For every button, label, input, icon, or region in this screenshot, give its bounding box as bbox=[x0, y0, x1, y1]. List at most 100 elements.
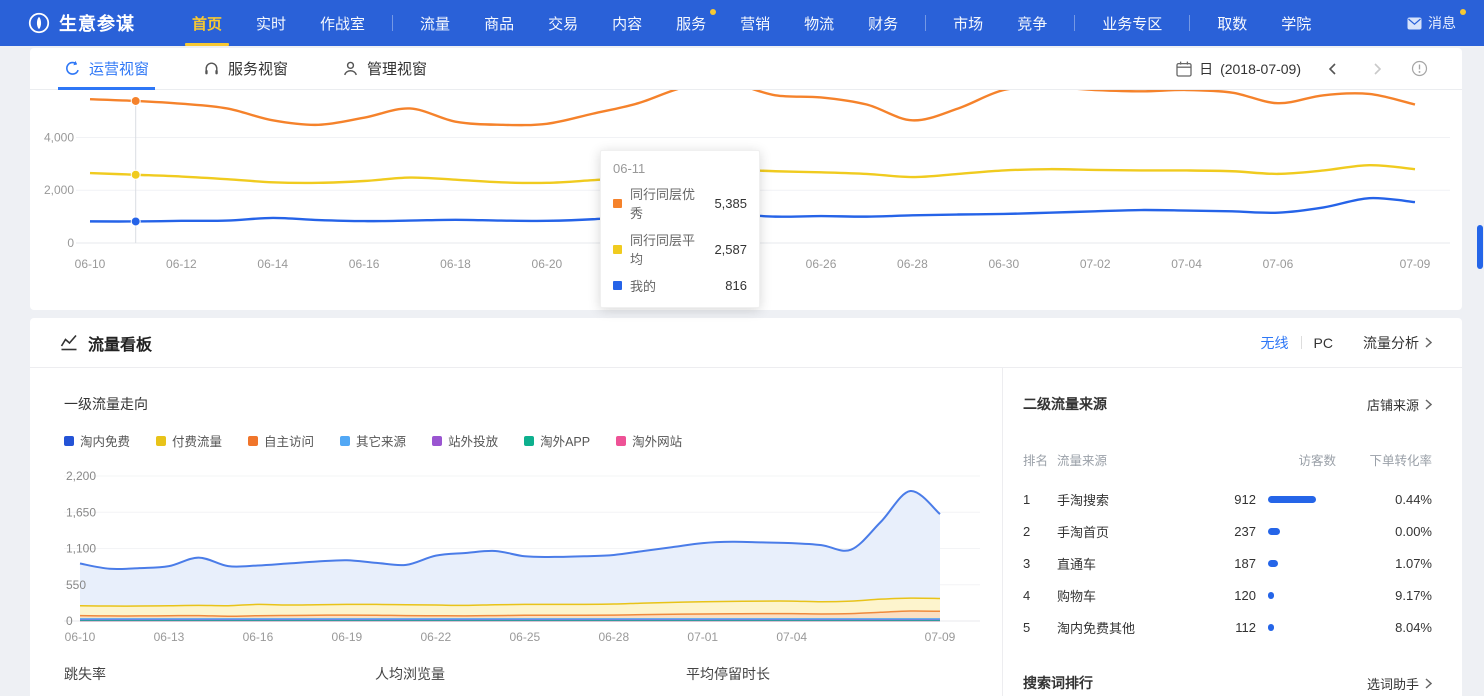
date-picker[interactable]: 日 (2018-07-09) bbox=[1176, 59, 1301, 79]
nav-divider bbox=[925, 15, 926, 31]
row-conversion: 0.44% bbox=[1336, 492, 1432, 507]
nav-item-2[interactable]: 作战室 bbox=[303, 0, 382, 46]
nav-divider bbox=[392, 15, 393, 31]
nav-item-14[interactable]: 取数 bbox=[1200, 0, 1264, 46]
message-icon bbox=[1407, 17, 1422, 30]
nav-item-label: 竞争 bbox=[1017, 13, 1047, 34]
table-row-3[interactable]: 3直通车1871.07% bbox=[1023, 547, 1432, 579]
legend-label: 淘外网站 bbox=[632, 431, 682, 450]
nav-item-8[interactable]: 营销 bbox=[723, 0, 787, 46]
svg-text:06-16: 06-16 bbox=[349, 257, 380, 271]
svg-text:0: 0 bbox=[66, 614, 73, 628]
table-row-1[interactable]: 1手淘搜索9120.44% bbox=[1023, 483, 1432, 515]
row-bar-wrap bbox=[1256, 560, 1336, 567]
svg-text:07-04: 07-04 bbox=[776, 630, 807, 644]
nav-item-9[interactable]: 物流 bbox=[787, 0, 851, 46]
nav-item-5[interactable]: 交易 bbox=[531, 0, 595, 46]
stat-avg-stay-time: 平均停留时长 17.49秒 bbox=[686, 664, 997, 696]
notification-dot bbox=[1460, 9, 1466, 15]
info-icon[interactable] bbox=[1411, 60, 1428, 77]
nav-item-12[interactable]: 竞争 bbox=[1000, 0, 1064, 46]
legend-item-3[interactable]: 其它来源 bbox=[340, 431, 406, 450]
nav-item-7[interactable]: 服务 bbox=[659, 0, 723, 46]
svg-text:06-20: 06-20 bbox=[532, 257, 563, 271]
legend-item-0[interactable]: 淘内免费 bbox=[64, 431, 130, 450]
table-row-4[interactable]: 4购物车1209.17% bbox=[1023, 579, 1432, 611]
svg-text:06-19: 06-19 bbox=[332, 630, 363, 644]
legend-label: 淘内免费 bbox=[80, 431, 130, 450]
tooltip-swatch bbox=[613, 199, 622, 208]
nav-divider bbox=[1189, 15, 1190, 31]
svg-text:2,000: 2,000 bbox=[44, 183, 74, 197]
svg-text:06-25: 06-25 bbox=[509, 630, 540, 644]
stat-pages-per-visit: 人均浏览量 5.01 bbox=[375, 664, 686, 696]
row-conversion: 8.04% bbox=[1336, 620, 1432, 635]
tab-pc[interactable]: PC bbox=[1314, 335, 1333, 351]
nav-item-0[interactable]: 首页 bbox=[175, 0, 239, 46]
prev-date-button[interactable] bbox=[1327, 62, 1338, 76]
sources-table: 1手淘搜索9120.44%2手淘首页2370.00%3直通车1871.07%4购… bbox=[1023, 483, 1432, 643]
shop-source-link[interactable]: 店铺来源 bbox=[1367, 395, 1432, 414]
benchmark-chart[interactable]: 02,0004,00006-1006-1206-1406-1606-1806-2… bbox=[30, 90, 1462, 290]
board-title: 流量看板 bbox=[88, 331, 152, 355]
tab-management-view[interactable]: 管理视窗 bbox=[342, 48, 427, 89]
table-row-2[interactable]: 2手淘首页2370.00% bbox=[1023, 515, 1432, 547]
legend-item-2[interactable]: 自主访问 bbox=[248, 431, 314, 450]
nav-item-3[interactable]: 流量 bbox=[403, 0, 467, 46]
tooltip-series-value: 5,385 bbox=[714, 196, 747, 211]
visitors-bar bbox=[1268, 528, 1280, 535]
word-helper-link[interactable]: 选词助手 bbox=[1367, 674, 1432, 693]
next-date-button[interactable] bbox=[1372, 62, 1383, 76]
row-source-name: 淘内免费其他 bbox=[1057, 618, 1176, 637]
legend-item-1[interactable]: 付费流量 bbox=[156, 431, 222, 450]
visitors-bar bbox=[1268, 496, 1316, 503]
nav-item-label: 服务 bbox=[676, 13, 706, 34]
svg-text:07-06: 07-06 bbox=[1263, 257, 1294, 271]
row-source-name: 直通车 bbox=[1057, 554, 1176, 573]
tooltip-row-2: 我的816 bbox=[613, 276, 747, 295]
nav-item-label: 商品 bbox=[484, 13, 514, 34]
messages-button[interactable]: 消息 bbox=[1407, 0, 1484, 46]
row-visitors: 187 bbox=[1176, 556, 1256, 571]
svg-text:07-09: 07-09 bbox=[1400, 257, 1431, 271]
nav-item-15[interactable]: 学院 bbox=[1264, 0, 1328, 46]
legend-swatch bbox=[524, 436, 534, 446]
nav-divider bbox=[1074, 15, 1075, 31]
trend-legend: 淘内免费 付费流量 自主访问 其它来源 站外投放 淘外APP 淘外网站 bbox=[64, 431, 1002, 450]
row-rank: 4 bbox=[1023, 588, 1057, 603]
col-rank: 排名 bbox=[1023, 450, 1057, 469]
tooltip-series-name: 同行同层优秀 bbox=[630, 184, 706, 222]
legend-swatch bbox=[340, 436, 350, 446]
traffic-board-card: 流量看板 无线 PC 流量分析 一级流量走向 淘内免费付费流量自 bbox=[30, 318, 1462, 696]
legend-label: 淘外APP bbox=[540, 431, 590, 450]
nav-item-label: 流量 bbox=[420, 13, 450, 34]
nav-item-13[interactable]: 业务专区 bbox=[1085, 0, 1179, 46]
tab-operations-view[interactable]: 运营视窗 bbox=[64, 48, 149, 89]
legend-item-5[interactable]: 淘外APP bbox=[524, 431, 590, 450]
tab-wireless[interactable]: 无线 bbox=[1261, 333, 1289, 353]
tab-service-view[interactable]: 服务视窗 bbox=[203, 48, 288, 89]
row-conversion: 1.07% bbox=[1336, 556, 1432, 571]
scrollbar-thumb[interactable] bbox=[1477, 225, 1483, 269]
traffic-analysis-link[interactable]: 流量分析 bbox=[1363, 333, 1432, 353]
stat-bounce-rate: 跳失率 59.72% bbox=[64, 664, 375, 696]
keywords-title: 搜索词排行 bbox=[1023, 673, 1093, 693]
trend-title: 一级流量走向 bbox=[64, 394, 1002, 414]
nav-item-6[interactable]: 内容 bbox=[595, 0, 659, 46]
row-visitors: 237 bbox=[1176, 524, 1256, 539]
row-bar-wrap bbox=[1256, 496, 1336, 503]
nav-item-10[interactable]: 财务 bbox=[851, 0, 915, 46]
legend-item-6[interactable]: 淘外网站 bbox=[616, 431, 682, 450]
row-visitors: 912 bbox=[1176, 492, 1256, 507]
tab-label: 管理视窗 bbox=[367, 58, 427, 79]
nav-item-1[interactable]: 实时 bbox=[239, 0, 303, 46]
traffic-area-chart[interactable]: 06-1006-1306-1606-1906-2206-2506-2807-01… bbox=[30, 466, 1000, 656]
row-rank: 1 bbox=[1023, 492, 1057, 507]
nav-item-4[interactable]: 商品 bbox=[467, 0, 531, 46]
nav-item-11[interactable]: 市场 bbox=[936, 0, 1000, 46]
brand[interactable]: 生意参谋 bbox=[0, 0, 135, 46]
table-row-5[interactable]: 5淘内免费其他1128.04% bbox=[1023, 611, 1432, 643]
legend-item-4[interactable]: 站外投放 bbox=[432, 431, 498, 450]
nav-item-label: 学院 bbox=[1281, 13, 1311, 34]
row-source-name: 购物车 bbox=[1057, 586, 1176, 605]
